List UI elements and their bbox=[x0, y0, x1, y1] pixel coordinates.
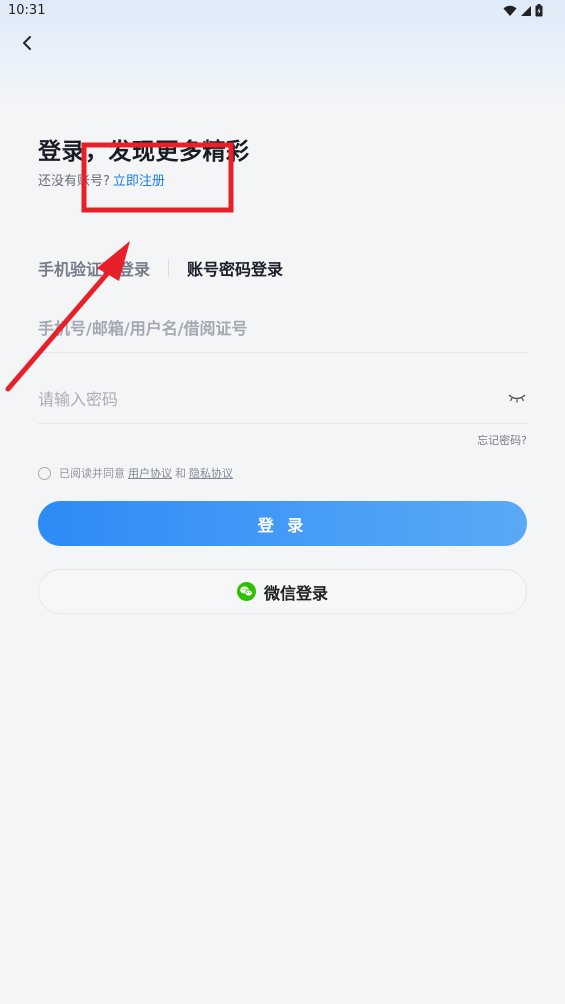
user-agreement-link[interactable]: 用户协议 bbox=[128, 465, 172, 481]
password-input[interactable] bbox=[38, 385, 478, 413]
tab-phone-login[interactable]: 手机验证码登录 bbox=[38, 256, 150, 280]
forgot-password-link[interactable]: 忘记密码? bbox=[477, 432, 527, 448]
agreement-checkbox[interactable] bbox=[38, 466, 51, 480]
page-title: 登录，发现更多精彩 bbox=[38, 139, 250, 165]
agreement-row: 已阅读并同意 用户协议 和 隐私协议 bbox=[38, 465, 236, 481]
agreement-prefix: 已阅读并同意 bbox=[59, 467, 125, 480]
tab-password-login[interactable]: 账号密码登录 bbox=[187, 256, 283, 280]
register-link[interactable]: 立即注册 bbox=[113, 174, 165, 189]
account-field bbox=[38, 306, 527, 353]
battery-icon bbox=[535, 4, 543, 17]
signal-icon bbox=[521, 5, 531, 16]
back-button[interactable] bbox=[14, 30, 40, 56]
wechat-icon bbox=[236, 582, 256, 601]
account-input[interactable] bbox=[38, 314, 478, 342]
register-prompt-text: 还没有账号? bbox=[38, 174, 110, 189]
wifi-icon bbox=[503, 5, 517, 16]
toggle-password-visibility[interactable] bbox=[507, 389, 527, 407]
login-button[interactable]: 登 录 bbox=[38, 501, 527, 546]
privacy-agreement-link[interactable]: 隐私协议 bbox=[189, 465, 233, 481]
agreement-and: 和 bbox=[175, 467, 186, 480]
status-time: 10:31 bbox=[8, 3, 46, 18]
status-icons bbox=[503, 4, 543, 17]
wechat-login-button[interactable]: 微信登录 bbox=[38, 569, 527, 614]
wechat-login-label: 微信登录 bbox=[263, 583, 328, 603]
register-prompt: 还没有账号? 立即注册 bbox=[38, 170, 165, 189]
password-field bbox=[38, 377, 527, 424]
eye-closed-icon bbox=[508, 394, 526, 403]
tab-divider bbox=[168, 259, 170, 277]
login-tabs: 手机验证码登录 账号密码登录 bbox=[38, 256, 283, 280]
chevron-left-icon bbox=[23, 36, 31, 50]
status-bar: 10:31 bbox=[0, 0, 565, 24]
